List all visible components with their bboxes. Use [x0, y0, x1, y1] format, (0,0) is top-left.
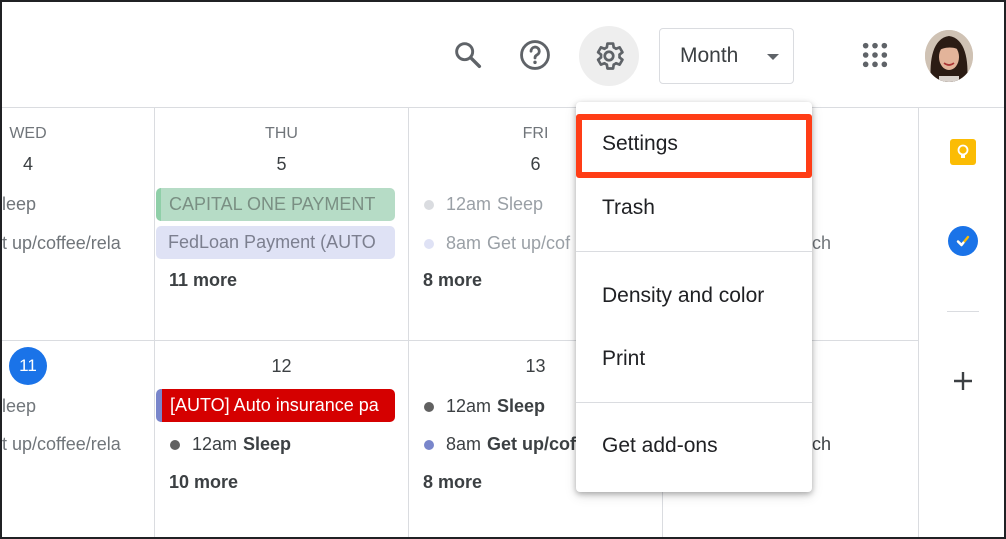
day-of-week-thu: THU — [265, 125, 298, 142]
event-dot — [424, 439, 434, 450]
side-divider — [947, 311, 979, 312]
event-title: Get up/cof — [487, 434, 576, 454]
keep-icon[interactable] — [950, 139, 976, 165]
menu-divider — [576, 251, 812, 252]
event-dot — [424, 401, 434, 412]
today-date-badge[interactable]: 11 — [9, 347, 47, 385]
help-icon — [520, 40, 550, 70]
avatar-image — [925, 30, 973, 82]
event-title: Sleep — [497, 194, 544, 214]
menu-item-density-and-color[interactable]: Density and color — [576, 268, 812, 324]
event-item[interactable]: 8am Get up/cof — [424, 434, 576, 455]
add-addon-button[interactable] — [948, 366, 978, 396]
event-dot — [424, 238, 434, 249]
more-events-link[interactable]: 8 more — [423, 472, 482, 493]
event-item-partial[interactable]: ch — [812, 233, 831, 254]
menu-item-settings[interactable]: Settings — [576, 116, 812, 172]
caret-down-icon — [767, 54, 779, 60]
help-button[interactable] — [510, 30, 560, 80]
plus-icon — [954, 372, 972, 390]
view-select[interactable]: Month — [659, 28, 794, 84]
event-item[interactable]: 12am Sleep — [424, 396, 576, 417]
event-chip[interactable]: CAPITAL ONE PAYMENT — [156, 188, 395, 221]
settings-menu: Settings Trash Density and color Print G… — [576, 102, 812, 492]
more-events-link[interactable]: 8 more — [423, 270, 482, 291]
menu-divider — [576, 402, 812, 403]
event-chip[interactable]: [AUTO] Auto insurance pa — [156, 389, 395, 422]
apps-button[interactable] — [850, 30, 900, 80]
event-time: 8am — [446, 434, 482, 454]
check-icon — [956, 235, 970, 247]
menu-item-print[interactable]: Print — [576, 331, 812, 387]
lightbulb-icon — [957, 144, 969, 158]
account-avatar[interactable] — [925, 30, 973, 82]
event-dot — [424, 199, 434, 210]
view-select-label: Month — [680, 44, 739, 67]
search-icon — [455, 42, 482, 69]
search-button[interactable] — [443, 30, 493, 80]
event-chip[interactable]: FedLoan Payment (AUTO — [156, 226, 395, 259]
day-of-week-wed: WED — [9, 125, 47, 142]
more-events-link[interactable]: 10 more — [169, 472, 238, 493]
event-item[interactable]: t up/coffee/rela — [2, 233, 152, 254]
event-title: Sleep — [243, 434, 292, 454]
event-time: 8am — [446, 233, 482, 253]
side-panel — [918, 108, 1004, 537]
menu-item-get-add-ons[interactable]: Get add-ons — [576, 418, 812, 474]
more-events-link[interactable]: 11 more — [169, 270, 237, 291]
event-item[interactable]: 8am Get up/cof — [424, 233, 576, 254]
event-time: 12am — [192, 434, 238, 454]
event-item[interactable]: leep — [2, 194, 152, 215]
event-title: Sleep — [497, 396, 546, 416]
date-number[interactable]: 5 — [155, 154, 408, 175]
event-item[interactable]: leep — [2, 396, 152, 417]
tasks-icon[interactable] — [948, 226, 978, 256]
gear-icon — [596, 42, 624, 70]
apps-grid-icon — [862, 42, 888, 68]
top-bar: Month — [2, 2, 1004, 108]
event-item[interactable]: t up/coffee/rela — [2, 434, 152, 455]
event-dot — [170, 439, 180, 450]
date-number[interactable]: 4 — [2, 154, 54, 175]
event-title: Get up/cof — [487, 233, 571, 253]
event-item[interactable]: 12am Sleep — [170, 434, 400, 455]
event-item[interactable]: 12am Sleep — [424, 194, 576, 215]
event-time: 12am — [446, 396, 492, 416]
calendar-window: Month WED 4 THU 5 FRI 6 leep t up/coffee… — [0, 0, 1006, 539]
date-number[interactable]: 12 — [155, 356, 408, 377]
settings-button[interactable] — [579, 26, 639, 86]
menu-item-trash[interactable]: Trash — [576, 180, 812, 236]
event-item-partial[interactable]: ch — [812, 434, 831, 455]
event-time: 12am — [446, 194, 492, 214]
